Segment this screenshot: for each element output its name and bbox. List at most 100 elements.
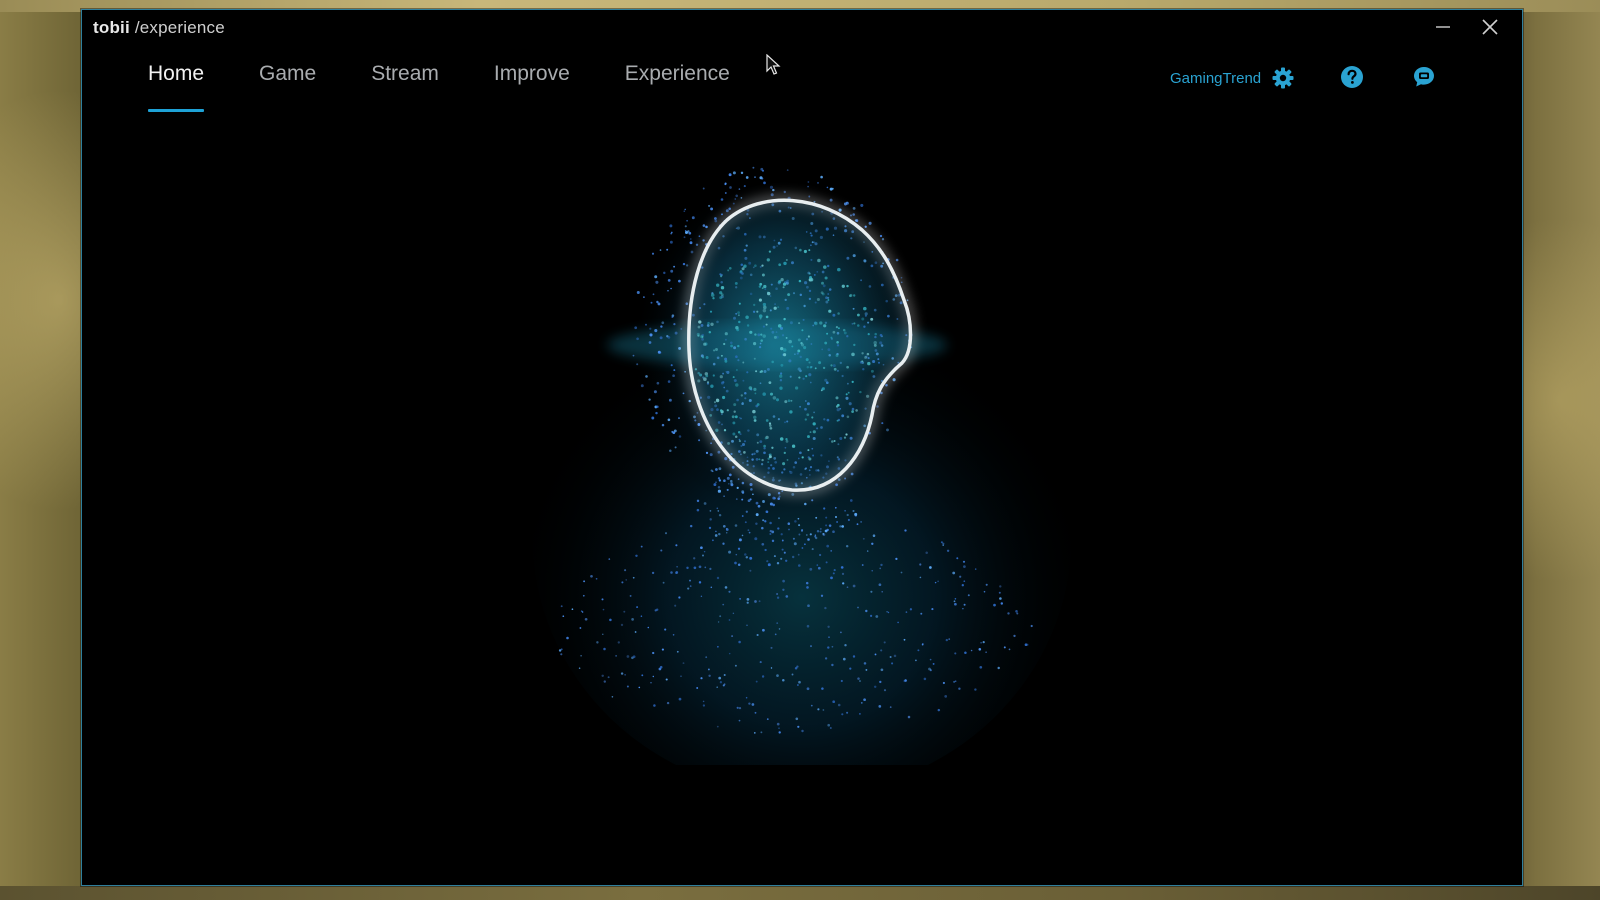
point-cloud-dot [729, 186, 732, 189]
point-cloud-dot [820, 594, 824, 597]
point-cloud-dot [889, 655, 892, 659]
point-cloud-dot [714, 534, 718, 537]
point-cloud-dot [659, 249, 662, 251]
point-cloud-dot [669, 224, 673, 228]
point-cloud-dot [841, 525, 845, 528]
point-cloud-dot [702, 700, 705, 703]
point-cloud-dot [691, 216, 695, 220]
point-cloud-dot [684, 208, 686, 211]
point-cloud-dot [833, 569, 836, 572]
point-cloud-dot [778, 517, 780, 520]
point-cloud-dot [685, 264, 689, 267]
point-cloud-dot [741, 515, 744, 517]
point-cloud-dot [702, 224, 706, 227]
point-cloud-dot [881, 590, 883, 593]
point-cloud-dot [665, 678, 668, 681]
account-settings[interactable]: GamingTrend [1170, 63, 1295, 93]
close-button[interactable] [1472, 14, 1508, 40]
point-cloud-dot [860, 702, 863, 704]
feedback-button[interactable] [1410, 63, 1438, 91]
point-cloud-dot [963, 580, 966, 583]
point-cloud-dot [744, 521, 747, 524]
point-cloud-dot [726, 488, 729, 491]
point-cloud-dot [886, 428, 889, 432]
point-cloud-dot [602, 608, 605, 611]
brand-logo: tobii [93, 18, 130, 37]
point-cloud-dot [718, 532, 721, 536]
point-cloud-dot [763, 181, 766, 185]
tab-home[interactable]: Home [148, 62, 205, 112]
point-cloud-dot [762, 169, 764, 172]
point-cloud-dot [787, 522, 791, 525]
point-cloud-dot [626, 685, 629, 688]
point-cloud-dot [750, 488, 753, 491]
point-cloud-dot [704, 566, 707, 569]
point-cloud-dot [772, 503, 775, 507]
point-cloud-dot [661, 321, 665, 325]
minimize-button[interactable] [1425, 14, 1461, 40]
point-cloud-dot [772, 188, 775, 192]
point-cloud-dot [954, 652, 957, 655]
point-cloud-dot [624, 569, 627, 572]
point-cloud-dot [942, 544, 944, 546]
point-cloud-dot [887, 611, 890, 614]
point-cloud-dot [687, 587, 690, 590]
point-cloud-dot [714, 217, 717, 220]
point-cloud-dot [798, 680, 801, 684]
point-cloud-dot [831, 663, 834, 667]
point-cloud-dot [769, 529, 773, 533]
point-cloud-dot [985, 583, 988, 586]
point-cloud-dot [560, 653, 563, 656]
point-cloud-dot [756, 633, 759, 637]
point-cloud-dot [675, 544, 678, 547]
point-cloud-dot [634, 326, 638, 330]
point-cloud-dot [590, 574, 593, 578]
point-cloud-dot [841, 572, 845, 576]
point-cloud-dot [717, 477, 721, 480]
point-cloud-dot [709, 453, 713, 457]
point-cloud-dot [832, 530, 835, 534]
point-cloud-dot [959, 575, 962, 578]
point-cloud-dot [653, 390, 657, 394]
point-cloud-dot [728, 619, 731, 621]
point-cloud-dot [680, 327, 683, 330]
point-cloud-dot [676, 650, 679, 653]
point-cloud-dot [883, 689, 887, 692]
point-cloud-dot [883, 641, 886, 644]
tab-game[interactable]: Game [259, 62, 316, 112]
point-cloud-dot [747, 499, 751, 503]
point-cloud-dot [818, 553, 822, 557]
point-cloud-dot [801, 547, 804, 549]
point-cloud-dot [755, 522, 758, 526]
point-cloud-dot [761, 177, 764, 180]
point-cloud-dot [1030, 624, 1033, 628]
point-cloud-dot [696, 499, 700, 503]
point-cloud-dot [717, 485, 721, 489]
point-cloud-dot [755, 680, 758, 683]
point-cloud-dot [777, 497, 780, 500]
point-cloud-dot [723, 683, 726, 686]
point-cloud-dot [985, 651, 987, 653]
point-cloud-dot [804, 502, 807, 506]
point-cloud-dot [842, 657, 846, 661]
point-cloud-dot [828, 524, 832, 527]
point-cloud-dot [741, 481, 745, 485]
point-cloud-dot [638, 686, 641, 689]
point-cloud-dot [928, 667, 931, 671]
point-cloud-dot [654, 329, 658, 333]
point-cloud-dot [749, 482, 753, 487]
tab-stream[interactable]: Stream [371, 62, 439, 112]
app-window: tobii /experience Home Game Stream Impro… [81, 9, 1523, 886]
point-cloud-dot [999, 585, 1002, 588]
point-cloud-dot [762, 519, 765, 522]
point-cloud-dot [702, 704, 706, 707]
point-cloud-dot [970, 649, 973, 652]
point-cloud-dot [641, 674, 644, 677]
point-cloud-dot [705, 451, 709, 455]
point-cloud-dot [654, 275, 658, 279]
point-cloud-dot [769, 521, 772, 525]
point-cloud-dot [728, 473, 732, 477]
point-cloud-dot [1013, 634, 1016, 638]
point-cloud-dot [650, 682, 652, 684]
help-button[interactable] [1338, 63, 1366, 91]
